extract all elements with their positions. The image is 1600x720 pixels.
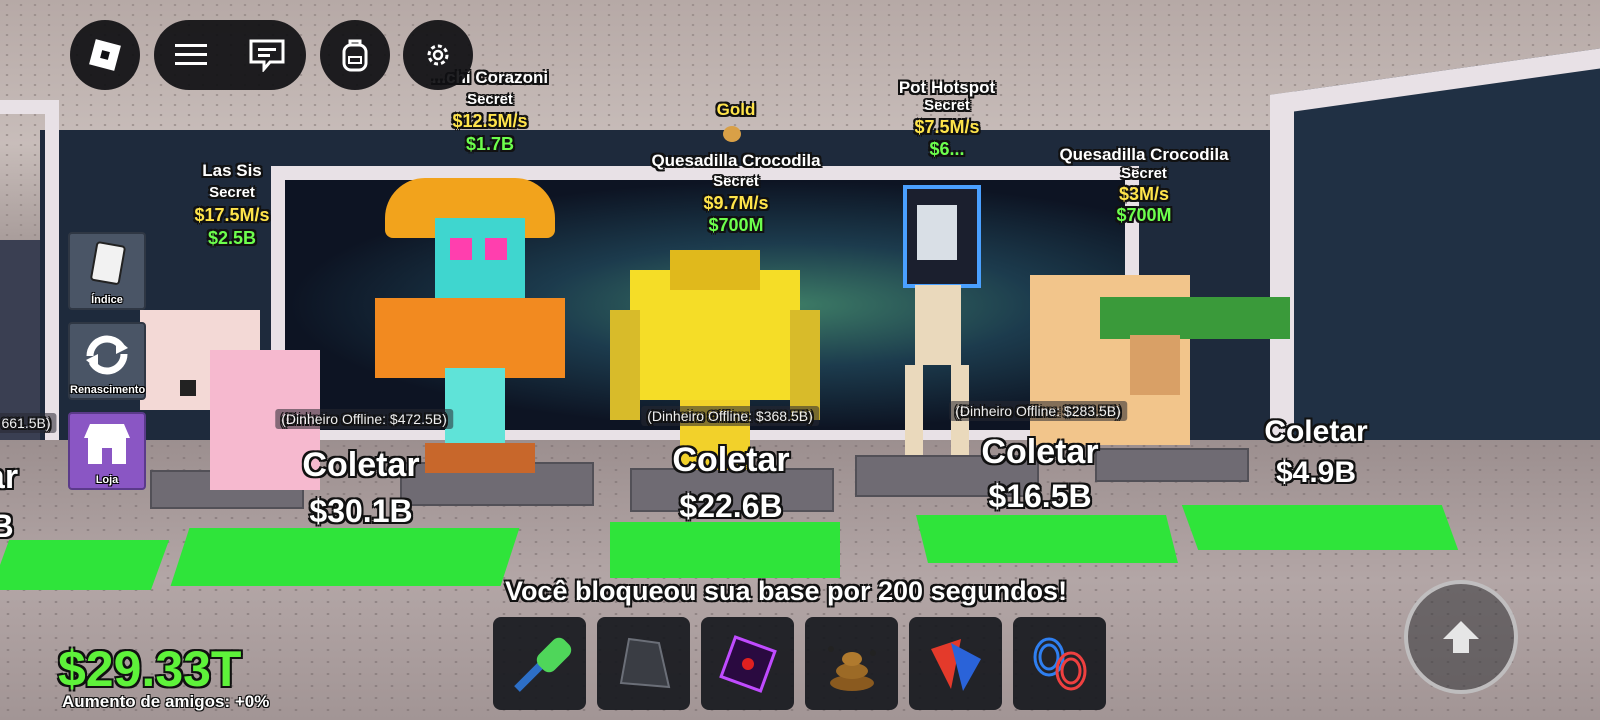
brainrot-mutation: Gold	[716, 100, 756, 119]
brainrot-price: $700M	[708, 215, 764, 235]
hotbar-slot-2[interactable]	[597, 617, 690, 710]
collect-label: ar	[0, 458, 19, 496]
brainrot-rarity: Secret	[1121, 165, 1167, 182]
collect-amount: $22.6B	[679, 488, 783, 524]
brainrot-rate: $12.5M/s	[452, 111, 528, 131]
offline-money-label: 661.5B)	[0, 413, 57, 433]
chat-button[interactable]	[248, 38, 286, 72]
red-blue-figure-icon	[930, 638, 981, 691]
hotbar-slot-1[interactable]	[493, 617, 586, 710]
brainrot-name: Quesadilla Crocodila	[1059, 145, 1229, 164]
brainrot-name: Las Sis	[202, 161, 262, 180]
collect-label: Coletar	[1264, 415, 1368, 448]
hotbar-slot-6[interactable]	[1013, 617, 1106, 710]
coil-springs-icon	[1033, 637, 1086, 690]
brainrot-rate: $3M/s	[1118, 184, 1170, 204]
jump-button[interactable]	[1404, 580, 1518, 694]
brainrot-price: $2.5B	[207, 228, 257, 248]
arrow-up-icon	[1443, 621, 1479, 653]
menu-chat-group	[154, 20, 306, 90]
rebirth-icon	[86, 335, 128, 375]
book-icon	[90, 241, 126, 285]
brainrot-rate: $17.5M/s	[194, 205, 270, 225]
rebirth-button[interactable]: Renascimento	[68, 322, 146, 400]
collect-pad[interactable]	[170, 528, 520, 586]
brainrot-rate: $7.5M/s	[914, 117, 980, 137]
green-gummy-bat-icon	[513, 637, 571, 692]
friend-boost-label: Aumento de amigos: +0%	[62, 692, 270, 711]
hamburger-menu-button[interactable]	[174, 41, 208, 69]
brainrot-rate: $9.7M/s	[703, 193, 769, 213]
purple-cube-icon	[718, 634, 777, 693]
roblox-logo-icon	[89, 39, 121, 71]
offline-money-label: (Dinheiro Offline: $368.5B)	[641, 406, 819, 426]
hamburger-icon	[175, 44, 207, 65]
money-counter: $29.33T	[58, 641, 242, 697]
collect-label: Coletar	[672, 441, 790, 479]
left-window-frame	[0, 100, 59, 458]
roblox-menu-button[interactable]	[70, 20, 140, 90]
collect-pad[interactable]	[610, 522, 840, 578]
offline-money-label: (Dinheiro Offline: $283.5B)	[949, 401, 1127, 421]
shop-label: Loja	[95, 474, 119, 486]
collect-pad[interactable]	[1181, 505, 1459, 550]
backpack-icon	[342, 39, 368, 72]
collect-amount: B	[0, 508, 14, 544]
gear-icon	[427, 44, 449, 66]
brainrot-price: $700M	[1116, 205, 1172, 225]
hotbar-slot-5[interactable]	[909, 617, 1002, 710]
settings-button[interactable]	[403, 20, 473, 90]
brainrot-rarity: Secret	[713, 173, 759, 190]
pot-hotspot-figure	[885, 185, 995, 465]
brainrot-price: $1.7B	[465, 134, 515, 154]
brainrot-name: Pot Hotspot	[898, 78, 996, 97]
corazoni-skeleton-figure	[365, 178, 575, 478]
brainrot-price: $6...	[929, 139, 965, 159]
collect-label: Coletar	[981, 433, 1099, 471]
brainrot-rarity: Secret	[924, 97, 970, 114]
brainrot-rarity: Secret	[467, 91, 513, 108]
index-button[interactable]: Índice	[68, 232, 146, 310]
hotbar-slot-3[interactable]	[701, 617, 794, 710]
brainrot-name: Quesadilla Crocodila	[651, 151, 821, 170]
hotbar-slot-4[interactable]	[805, 617, 898, 710]
collect-label: Coletar	[302, 446, 420, 484]
collect-amount: $4.9B	[1275, 456, 1357, 489]
collect-pad[interactable]	[916, 515, 1178, 563]
rebirth-label: Renascimento	[70, 384, 146, 396]
collect-pad[interactable]	[0, 540, 170, 590]
collect-amount: $30.1B	[309, 493, 413, 529]
chat-icon	[249, 39, 285, 72]
shop-icon	[84, 424, 130, 464]
index-label: Índice	[91, 294, 123, 306]
las-sis-figure	[140, 310, 320, 495]
offline-money-label: (Dinheiro Offline: $472.5B)	[275, 409, 453, 429]
backpack-button[interactable]	[320, 20, 390, 90]
poop-flies-icon	[827, 645, 876, 691]
shop-button[interactable]: Loja	[68, 412, 146, 490]
base-locked-notice: Você bloqueou sua base por 200 segundos!	[504, 576, 1068, 606]
collect-amount: $16.5B	[988, 478, 1092, 514]
taco-icon	[723, 126, 741, 142]
dark-cloak-icon	[619, 637, 670, 688]
brainrot-rarity: Secret	[209, 184, 255, 201]
